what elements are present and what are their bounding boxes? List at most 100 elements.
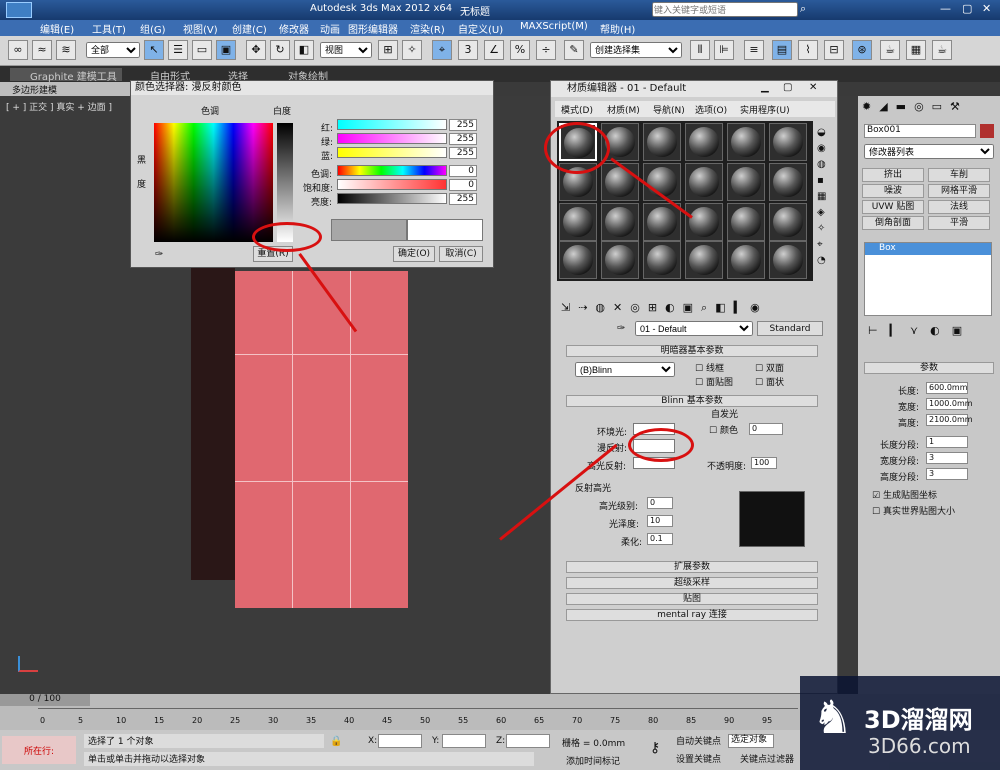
value-value[interactable]: 255 [449, 193, 477, 205]
modifier-list-select[interactable]: 修改器列表 [864, 144, 994, 159]
sample-slot[interactable] [685, 163, 723, 201]
sample-slot[interactable] [643, 203, 681, 241]
subtab-poly-modeling[interactable]: 多边形建模 [12, 83, 57, 96]
sample-slot[interactable] [769, 241, 807, 279]
z-coord-input[interactable] [506, 734, 550, 748]
gen-map-coords-checkbox[interactable]: ☑ 生成贴图坐标 [872, 488, 937, 501]
key-filters-button[interactable]: 关键点过滤器 [740, 752, 794, 765]
hue-slider[interactable] [337, 165, 447, 176]
move-icon[interactable]: ✥ [246, 40, 266, 60]
link-icon[interactable]: ∞ [8, 40, 28, 60]
search-input[interactable] [652, 2, 798, 17]
sample-slot[interactable] [727, 123, 765, 161]
unlink-icon[interactable]: ≈ [32, 40, 52, 60]
height-segs-input[interactable]: 3 [926, 468, 968, 480]
sample-slot[interactable] [727, 241, 765, 279]
search-icon[interactable]: ⌕ [800, 2, 806, 16]
real-world-map-checkbox[interactable]: ☐ 真实世界贴图大小 [872, 504, 955, 517]
me-menu-navigation[interactable]: 导航(N) [653, 103, 685, 116]
spinner-snap-icon[interactable]: ÷ [536, 40, 556, 60]
sample-slot[interactable] [769, 203, 807, 241]
viewport-label[interactable]: [ + ] 正交 ] 真实 + 边面 ] [6, 100, 112, 113]
eyedropper-icon[interactable]: ✑ [155, 249, 169, 263]
red-slider[interactable] [337, 119, 447, 130]
material-name-select[interactable]: 01 - Default [635, 321, 753, 336]
shader-type-select[interactable]: (B)Blinn [575, 362, 675, 377]
tab-graphite[interactable]: Graphite 建模工具 [30, 68, 117, 83]
rendered-frame-icon[interactable]: ▦ [906, 40, 926, 60]
me-close-icon[interactable]: ✕ [809, 82, 817, 93]
minimize-icon[interactable]: — [940, 2, 951, 15]
snap-icon[interactable]: 3 [458, 40, 478, 60]
menu-tools[interactable]: 工具(T) [92, 21, 126, 36]
menu-graph-editors[interactable]: 图形编辑器 [348, 21, 398, 36]
me-menu-options[interactable]: 选项(O) [695, 103, 727, 116]
me-minimize-icon[interactable]: ▁ [761, 82, 769, 93]
select-manipulate-icon[interactable]: ✧ [402, 40, 422, 60]
sample-slot[interactable] [601, 163, 639, 201]
scale-icon[interactable]: ◧ [294, 40, 314, 60]
ok-button[interactable]: 确定(O) [393, 246, 435, 262]
width-segs-input[interactable]: 3 [926, 452, 968, 464]
menu-rendering[interactable]: 渲染(R) [410, 21, 445, 36]
reference-coord-select[interactable]: 视图 [320, 42, 372, 58]
select-icon[interactable]: ↖ [144, 40, 164, 60]
sample-slot[interactable] [685, 203, 723, 241]
saturation-slider[interactable] [337, 179, 447, 190]
sample-slot[interactable] [769, 123, 807, 161]
blinn-rollout-header[interactable]: Blinn 基本参数 [566, 395, 818, 407]
y-coord-input[interactable] [442, 734, 486, 748]
blue-value[interactable]: 255 [449, 147, 477, 159]
stack-item-box[interactable]: Box [865, 243, 991, 255]
green-slider[interactable] [337, 133, 447, 144]
width-input[interactable]: 1000.0mm [926, 398, 973, 410]
menu-animation[interactable]: 动画 [320, 21, 340, 36]
add-time-tag[interactable]: 添加时间标记 [566, 754, 620, 767]
supersampling-rollout[interactable]: 超级采样 [566, 577, 818, 589]
command-panel-tabs[interactable]: ✹◢▬◎▭⚒ [862, 100, 996, 116]
key-icon[interactable]: ⚷ [650, 740, 660, 756]
shader-rollout-header[interactable]: 明暗器基本参数 [566, 345, 818, 357]
menu-modifiers[interactable]: 修改器 [279, 21, 309, 36]
selection-key-select[interactable]: 选定对象 [728, 734, 774, 748]
named-selection-select[interactable]: 创建选择集 [590, 42, 682, 58]
cancel-button[interactable]: 取消(C) [439, 246, 483, 262]
maxscript-listener[interactable]: 所在行: [2, 736, 76, 764]
spec-level-input[interactable]: 0 [647, 497, 673, 509]
menu-view[interactable]: 视图(V) [183, 21, 218, 36]
sample-slot[interactable] [601, 241, 639, 279]
menu-edit[interactable]: 编辑(E) [40, 21, 74, 36]
close-icon[interactable]: ✕ [982, 2, 991, 15]
auto-key-button[interactable]: 自动关键点 [676, 734, 721, 747]
align-icon[interactable]: ⊫ [714, 40, 734, 60]
sample-slot[interactable] [559, 241, 597, 279]
green-value[interactable]: 255 [449, 133, 477, 145]
angle-snap-icon[interactable]: ∠ [484, 40, 504, 60]
percent-snap-icon[interactable]: % [510, 40, 530, 60]
maximize-icon[interactable]: ▢ [962, 2, 972, 15]
sample-slot[interactable] [685, 123, 723, 161]
bind-spacewarp-icon[interactable]: ≋ [56, 40, 76, 60]
opacity-input[interactable]: 100 [751, 457, 777, 469]
lock-icon[interactable]: 🔒 [330, 736, 342, 747]
render-setup-icon[interactable]: ☕ [880, 40, 900, 60]
extended-params-rollout[interactable]: 扩展参数 [566, 561, 818, 573]
graphite-toggle-icon[interactable]: ▤ [772, 40, 792, 60]
menu-group[interactable]: 组(G) [140, 21, 166, 36]
red-value[interactable]: 255 [449, 119, 477, 131]
me-menu-utilities[interactable]: 实用程序(U) [740, 103, 790, 116]
faceted-checkbox[interactable]: ☐ 面状 [755, 375, 784, 388]
wire-checkbox[interactable]: ☐ 线框 [695, 361, 724, 374]
menu-help[interactable]: 帮助(H) [600, 21, 635, 36]
selection-filter[interactable]: 全部 [86, 42, 140, 58]
me-side-toolbar[interactable]: ◒ ◉ ◍ ▪ ▦ ◈ ✧ ⌖ ◔ [817, 125, 831, 275]
sample-slot[interactable] [685, 241, 723, 279]
mirror-icon[interactable]: ⫴ [690, 40, 710, 60]
app-logo-icon[interactable] [6, 2, 32, 18]
hue-value[interactable]: 0 [449, 165, 477, 177]
original-color-swatch[interactable] [331, 219, 407, 241]
me-menu-material[interactable]: 材质(M) [607, 103, 640, 116]
height-input[interactable]: 2100.0mm [926, 414, 973, 426]
face-map-checkbox[interactable]: ☐ 面贴图 [695, 375, 733, 388]
blue-slider[interactable] [337, 147, 447, 158]
